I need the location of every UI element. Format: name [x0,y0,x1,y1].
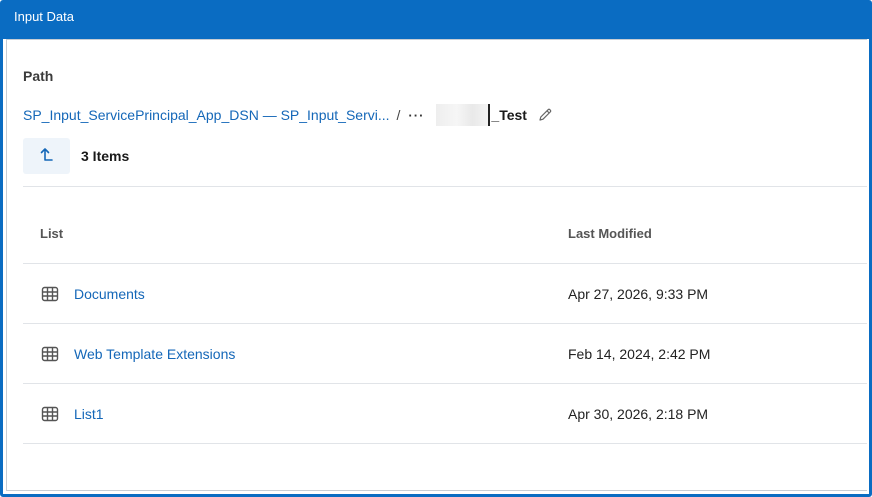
column-header-list[interactable]: List [23,226,568,241]
breadcrumb-overflow-button[interactable]: ··· [408,108,424,123]
input-data-window: Input Data Path SP_Input_ServicePrincipa… [0,0,872,497]
table-row[interactable]: Documents Apr 27, 2026, 9:33 PM [23,264,867,324]
column-header-last-modified[interactable]: Last Modified [568,226,867,241]
breadcrumb-link[interactable]: SP_Input_ServicePrincipal_App_DSN — SP_I… [23,107,390,123]
list-name-link[interactable]: Web Template Extensions [74,346,235,362]
pencil-icon[interactable] [537,107,553,123]
last-modified-value: Feb 14, 2024, 2:42 PM [568,345,711,362]
table-header: List Last Modified [23,216,867,264]
list-table: List Last Modified Documents Apr 27, 202… [23,216,867,444]
last-modified-value: Apr 27, 2026, 9:33 PM [568,285,709,302]
navigate-up-button[interactable] [23,138,70,174]
grid-list-icon [41,406,59,422]
path-label: Path [23,68,54,84]
grid-list-icon [41,286,59,302]
breadcrumb-separator: / [396,107,401,123]
last-modified-value: Apr 30, 2026, 2:18 PM [568,405,709,422]
redacted-region [436,104,489,126]
breadcrumb: SP_Input_ServicePrincipal_App_DSN — SP_I… [23,104,553,126]
list-name-link[interactable]: List1 [74,406,104,422]
table-row[interactable]: List1 Apr 30, 2026, 2:18 PM [23,384,867,444]
content-panel: Path SP_Input_ServicePrincipal_App_DSN —… [6,39,867,491]
arrow-up-icon [39,146,55,167]
window-title: Input Data [3,3,869,39]
list-name-link[interactable]: Documents [74,286,145,302]
table-row[interactable]: Web Template Extensions Feb 14, 2024, 2:… [23,324,867,384]
grid-list-icon [41,346,59,362]
item-count: 3 Items [81,148,130,164]
toolbar: 3 Items [23,138,129,174]
breadcrumb-current: _Test [491,107,527,123]
divider [23,186,867,187]
